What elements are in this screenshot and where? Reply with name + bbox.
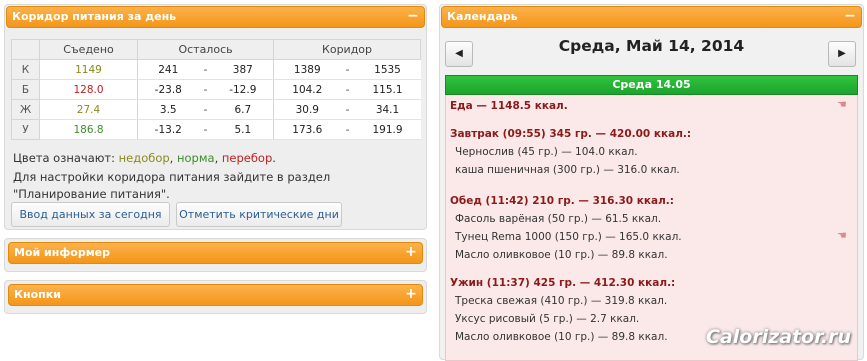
arrow-right-icon: ▶ <box>838 48 846 59</box>
corridor-min: 30.9 <box>273 99 341 120</box>
legend-end: . <box>272 151 276 165</box>
meal-heading: Завтрак (09:55) 345 гр. — 420.00 ккал.: <box>450 128 692 140</box>
left-max: -12.9 <box>212 79 275 100</box>
row-label: У <box>11 119 40 140</box>
expand-icon[interactable]: + <box>404 287 418 302</box>
legend-prefix: Цвета означают: <box>13 151 115 165</box>
food-item: Уксус рисовый (5 гр.) — 2.7 ккал. <box>455 313 640 325</box>
corridor-max: 34.1 <box>354 99 421 120</box>
food-item: Чернослив (45 гр.) — 104.0 ккал. <box>455 146 638 158</box>
row-label: К <box>11 59 40 80</box>
left-min: 241 <box>137 59 199 80</box>
separator: - <box>340 119 355 140</box>
expand-icon[interactable]: + <box>404 245 418 260</box>
buttons-panel: Кнопки + <box>4 280 427 314</box>
separator: - <box>198 99 213 120</box>
corridor-panel-title: Коридор питания за день <box>12 10 177 23</box>
corridor-min: 1389 <box>273 59 341 80</box>
informer-panel-header[interactable]: Мой информер + <box>8 242 423 264</box>
eaten-value: 27.4 <box>39 99 138 120</box>
food-item: Тунец Rema 1000 (150 гр.) — 165.0 ккал. <box>455 231 682 243</box>
calendar-date-title: Среда, Май 14, 2014 <box>558 37 745 55</box>
eaten-value: 128.0 <box>39 79 138 100</box>
food-item: Масло оливковое (10 гр.) — 89.8 ккал. <box>455 249 668 261</box>
previous-day-button[interactable]: ◀ <box>445 41 473 67</box>
nutrition-table: Съедено Осталось Коридор К 1149 241-387 138… <box>11 39 421 140</box>
day-food-log: Еда — 1148.5 ккал. ☚ ☚ Завтрак (09:55) 3… <box>445 95 858 361</box>
hand-pointer-icon[interactable]: ☚ <box>837 99 849 111</box>
arrow-left-icon: ◀ <box>455 48 463 59</box>
eaten-value: 1149 <box>39 59 138 80</box>
calendar-panel-title: Календарь <box>447 10 518 23</box>
corridor-panel-header[interactable]: Коридор питания за день − <box>6 6 425 28</box>
planning-hint: Для настройки коридора питания зайдите в… <box>13 170 331 201</box>
table-row: К 1149 241-387 1389-1535 <box>11 59 421 80</box>
buttons-panel-title: Кнопки <box>14 288 61 301</box>
nutrition-corridor-panel: Коридор питания за день − Съедено Остало… <box>4 4 427 230</box>
legend-comma: , <box>214 151 219 165</box>
day-header: Среда 14.05 <box>445 75 858 95</box>
separator: - <box>340 99 355 120</box>
corridor-max: 191.9 <box>354 119 421 140</box>
my-informer-panel: Мой информер + <box>4 238 427 272</box>
food-item: Треска свежая (410 гр.) — 319.8 ккал. <box>455 295 668 307</box>
left-max: 5.1 <box>212 119 275 140</box>
collapse-icon[interactable]: − <box>843 9 857 24</box>
eaten-header: Съедено <box>39 39 138 60</box>
left-min: -13.2 <box>137 119 199 140</box>
left-header: Осталось <box>136 39 275 60</box>
table-row: У 186.8 -13.2-5.1 173.6-191.9 <box>11 119 421 140</box>
legend-comma: , <box>169 151 174 165</box>
eaten-value: 186.8 <box>39 119 138 140</box>
left-min: 3.5 <box>137 99 199 120</box>
hand-pointer-icon[interactable]: ☚ <box>837 230 849 242</box>
separator: - <box>198 79 213 100</box>
legend-over: перебор <box>221 151 273 165</box>
food-item: каша пшеничная (300 гр.) — 316.0 ккал. <box>455 164 680 176</box>
corridor-min: 104.2 <box>273 79 341 100</box>
buttons-panel-header[interactable]: Кнопки + <box>8 284 423 306</box>
separator: - <box>198 59 213 80</box>
meal-heading: Обед (11:42) 210 гр. — 316.30 ккал.: <box>450 195 674 207</box>
informer-panel-title: Мой информер <box>14 246 111 259</box>
food-item: Фасоль варёная (50 гр.) — 61.5 ккал. <box>455 213 662 225</box>
calendar-panel-header[interactable]: Календарь − <box>441 6 862 28</box>
calendar-panel: Календарь − ◀ Среда, Май 14, 2014 ▶ Сред… <box>439 4 864 361</box>
enter-today-data-button[interactable]: Ввод данных за сегодня <box>11 202 170 227</box>
next-day-button[interactable]: ▶ <box>828 41 856 67</box>
meal-heading: Ужин (11:37) 425 гр. — 412.30 ккал.: <box>450 277 676 289</box>
corridor-min: 173.6 <box>273 119 341 140</box>
corridor-max: 1535 <box>354 59 421 80</box>
mark-critical-days-button[interactable]: Отметить критические дни <box>176 202 342 227</box>
separator: - <box>340 79 355 100</box>
left-max: 387 <box>212 59 275 80</box>
table-row: Ж 27.4 3.5-6.7 30.9-34.1 <box>11 99 421 120</box>
day-total: Еда — 1148.5 ккал. <box>450 100 568 112</box>
left-max: 6.7 <box>212 99 275 120</box>
corridor-max: 115.1 <box>354 79 421 100</box>
legend-under: недобор <box>118 151 170 165</box>
food-item: Масло оливковое (10 гр.) — 89.8 ккал. <box>455 331 668 343</box>
corridor-header: Коридор <box>273 39 421 60</box>
table-row: Б 128.0 -23.8- -12.9 104.2-115.1 <box>11 79 421 100</box>
legend-norm: норма <box>176 151 215 165</box>
row-label: Ж <box>11 99 40 120</box>
color-legend: Цвета означают: недобор, норма, перебор. <box>13 151 276 165</box>
table-corner <box>11 39 40 60</box>
collapse-icon[interactable]: − <box>406 9 420 24</box>
separator: - <box>198 119 213 140</box>
separator: - <box>340 59 355 80</box>
row-label: Б <box>11 79 40 100</box>
left-min: -23.8 <box>137 79 199 100</box>
